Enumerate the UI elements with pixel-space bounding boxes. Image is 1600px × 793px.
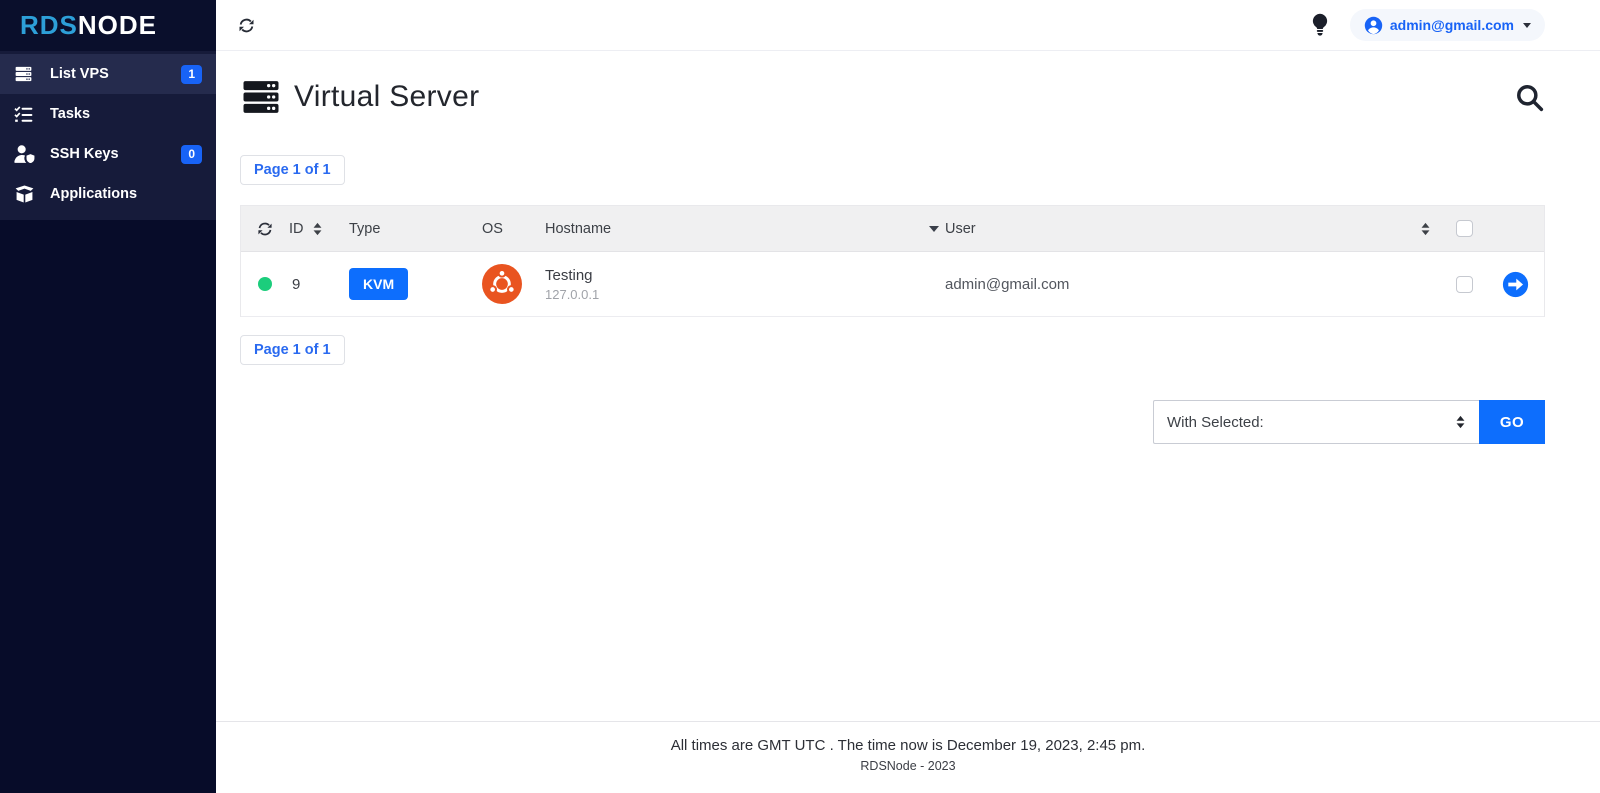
row-checkbox[interactable] (1456, 276, 1473, 293)
app-window: RDSNODE List VPS 1 Tasks SSH Keys (0, 0, 1600, 793)
select-all-checkbox[interactable] (1456, 220, 1473, 237)
with-selected-label: With Selected: (1167, 414, 1264, 431)
footer-time-note: All times are GMT UTC . The time now is … (216, 737, 1600, 754)
search-icon[interactable] (1514, 82, 1545, 113)
column-header-label: OS (482, 221, 503, 237)
hostname-cell: Testing 127.0.0.1 (545, 267, 945, 302)
sidebar-item-tasks[interactable]: Tasks (0, 94, 216, 134)
row-select-cell (1442, 276, 1486, 293)
bulk-actions-bar: With Selected: GO (240, 400, 1545, 444)
footer: All times are GMT UTC . The time now is … (216, 721, 1600, 793)
status-cell (241, 277, 289, 291)
topbar-right: admin@gmail.com (1312, 9, 1545, 41)
vps-type-button[interactable]: KVM (349, 268, 408, 300)
sort-desc-icon (929, 226, 939, 232)
sidebar-item-label: Tasks (50, 106, 90, 122)
column-header-id[interactable]: ID (289, 221, 349, 237)
refresh-icon[interactable] (238, 17, 255, 34)
sidebar-item-label: List VPS (50, 66, 109, 82)
brand-wordmark-secondary: NODE (78, 10, 157, 40)
vps-table: ID Type OS Hostname User (240, 205, 1545, 317)
content-area: Virtual Server Page 1 of 1 ID (216, 51, 1600, 721)
with-selected-group: With Selected: GO (1153, 400, 1545, 444)
with-selected-select[interactable]: With Selected: (1153, 400, 1479, 444)
sort-icon (312, 222, 323, 236)
sidebar-nav: List VPS 1 Tasks SSH Keys 0 App (0, 51, 216, 220)
open-box-icon (14, 185, 50, 203)
main-column: admin@gmail.com Virtual Server Page 1 of… (216, 0, 1600, 793)
sidebar: RDSNODE List VPS 1 Tasks SSH Keys (0, 0, 216, 793)
server-stack-icon (14, 65, 50, 83)
select-arrows-icon (1455, 415, 1466, 429)
brand-wordmark: RDSNODE (20, 10, 157, 41)
sidebar-item-list-vps[interactable]: List VPS 1 (0, 54, 216, 94)
page-title: Virtual Server (294, 80, 479, 114)
user-shield-icon (14, 145, 50, 163)
brand-logo[interactable]: RDSNODE (0, 0, 216, 51)
lightbulb-icon[interactable] (1312, 13, 1328, 37)
user-avatar-icon (1364, 16, 1383, 35)
page-header: Virtual Server (240, 77, 1545, 117)
go-button[interactable]: GO (1479, 400, 1545, 444)
vps-ip-address: 127.0.0.1 (545, 287, 945, 302)
column-header-label: User (945, 221, 976, 237)
column-header-hostname[interactable]: Hostname (545, 221, 945, 237)
topbar: admin@gmail.com (216, 0, 1600, 51)
column-header-user[interactable]: User (945, 221, 1408, 237)
vps-type-cell: KVM (349, 268, 482, 300)
column-header-label: Hostname (545, 221, 611, 237)
vps-hostname: Testing (545, 267, 945, 284)
vps-os-cell (482, 264, 545, 304)
select-all-cell (1442, 220, 1486, 237)
chevron-down-icon (1523, 23, 1531, 28)
column-header-label: Type (349, 221, 380, 237)
server-stack-icon (240, 77, 282, 117)
table-row[interactable]: 9 KVM Testing 127.0.0.1 admin@gmail.com (241, 252, 1544, 317)
ubuntu-icon (482, 264, 522, 304)
pagination-bottom-button[interactable]: Page 1 of 1 (240, 335, 345, 365)
user-email: admin@gmail.com (1390, 17, 1514, 33)
table-header-row: ID Type OS Hostname User (241, 206, 1544, 252)
vps-user-cell: admin@gmail.com (945, 276, 1408, 293)
column-header-label: ID (289, 221, 304, 237)
row-open-button[interactable] (1486, 271, 1544, 298)
footer-copyright: RDSNode - 2023 (216, 759, 1600, 773)
sidebar-item-label: Applications (50, 186, 137, 202)
user-menu[interactable]: admin@gmail.com (1350, 9, 1545, 41)
sort-icon[interactable] (1408, 222, 1442, 236)
column-header-type[interactable]: Type (349, 221, 482, 237)
tasks-icon (14, 106, 50, 123)
sidebar-item-ssh-keys[interactable]: SSH Keys 0 (0, 134, 216, 174)
status-online-dot (258, 277, 272, 291)
column-header-os[interactable]: OS (482, 221, 545, 237)
ssh-keys-count-badge: 0 (181, 145, 202, 164)
pagination-top-button[interactable]: Page 1 of 1 (240, 155, 345, 185)
vps-id-cell: 9 (289, 276, 349, 293)
brand-wordmark-primary: RDS (20, 10, 78, 40)
sidebar-item-applications[interactable]: Applications (0, 174, 216, 214)
table-refresh-icon[interactable] (241, 221, 289, 237)
sidebar-item-label: SSH Keys (50, 146, 119, 162)
list-vps-count-badge: 1 (181, 65, 202, 84)
